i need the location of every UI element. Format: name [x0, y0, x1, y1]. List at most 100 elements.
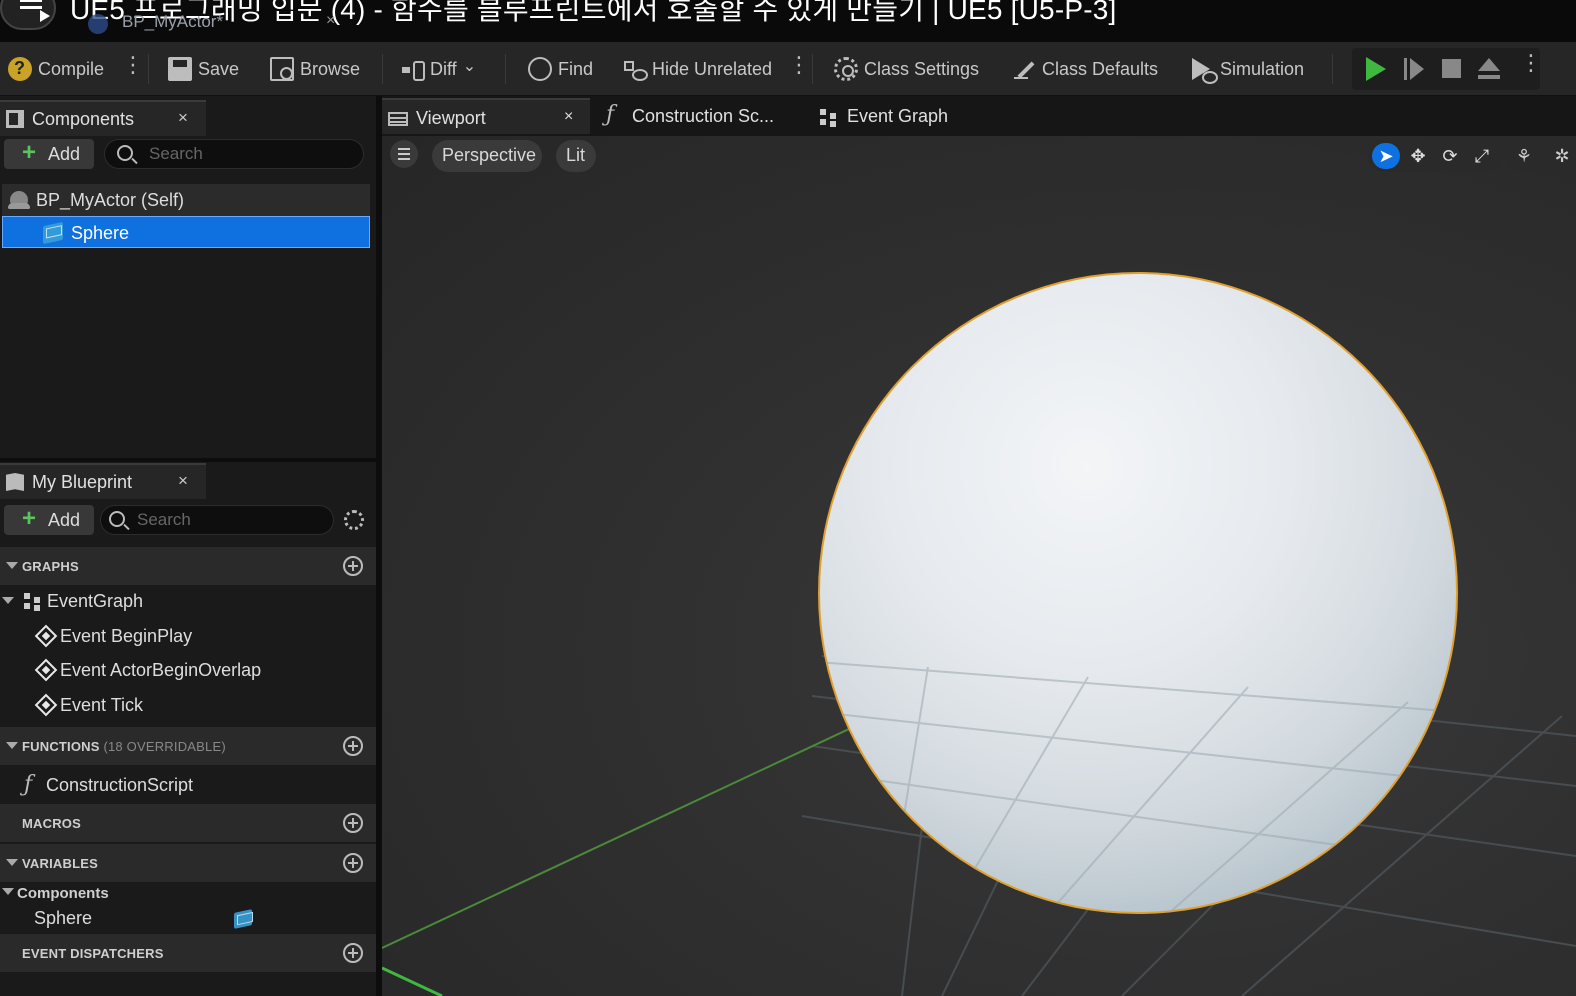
- collapse-arrow-icon: [2, 888, 14, 895]
- compile-warning-icon: [8, 57, 32, 81]
- select-tool-icon[interactable]: ➤: [1372, 143, 1400, 169]
- simulation-icon: [1190, 57, 1218, 84]
- event-label: Event Tick: [60, 695, 144, 715]
- function-icon: ƒ: [606, 102, 615, 127]
- add-event-dispatcher-icon[interactable]: [343, 943, 363, 963]
- gear-icon: [834, 57, 858, 81]
- menu-play-icon[interactable]: [0, 0, 56, 30]
- tab-event-graph[interactable]: Event Graph: [816, 98, 996, 134]
- event-label: Event BeginPlay: [60, 626, 193, 646]
- components-tab-label: Components: [32, 109, 135, 129]
- toolbar-separator: [148, 54, 149, 84]
- class-defaults-button[interactable]: Class Defaults: [1012, 52, 1158, 86]
- components-search[interactable]: [104, 139, 364, 169]
- my-blueprint-close-icon[interactable]: ×: [178, 471, 188, 491]
- tab-my-blueprint[interactable]: My Blueprint ×: [0, 463, 206, 499]
- section-label: MACROS: [22, 816, 81, 831]
- tab-construction-script-label: Construction Sc...: [632, 106, 775, 126]
- compile-options-icon[interactable]: [122, 52, 144, 82]
- list-item-function[interactable]: ƒ ConstructionScript: [20, 769, 360, 801]
- eject-icon[interactable]: [1478, 58, 1500, 80]
- browse-button[interactable]: Browse: [270, 52, 360, 86]
- add-label: Add: [48, 144, 81, 164]
- list-item-variable[interactable]: Sphere: [30, 904, 360, 936]
- event-icon: [34, 658, 58, 682]
- search-icon: [109, 511, 125, 527]
- add-function-icon[interactable]: [343, 736, 363, 756]
- collapse-arrow-icon: [6, 562, 18, 569]
- add-label: Add: [48, 510, 81, 530]
- find-button[interactable]: Find: [528, 52, 593, 86]
- lit-button[interactable]: Lit: [556, 140, 596, 172]
- diff-button[interactable]: Diff ⌄: [400, 52, 476, 86]
- my-blueprint-search-input[interactable]: [137, 509, 317, 531]
- tab-viewport-label: Viewport: [416, 108, 486, 128]
- list-item-event[interactable]: Event ActorBeginOverlap: [34, 654, 364, 686]
- list-item-event-graph[interactable]: EventGraph: [2, 585, 372, 617]
- add-graph-icon[interactable]: [343, 556, 363, 576]
- viewport[interactable]: Perspective Lit ➤ ✥ ⟳ ⤢ ⚘ ✲: [382, 136, 1576, 996]
- play-options-icon[interactable]: [1520, 50, 1542, 80]
- document-tab-close-icon[interactable]: ×: [326, 12, 335, 30]
- save-button[interactable]: Save: [168, 52, 239, 86]
- collapse-arrow-icon: [2, 597, 14, 604]
- blueprint-icon: [88, 14, 108, 34]
- section-event-dispatchers[interactable]: EVENT DISPATCHERS: [0, 934, 376, 972]
- add-macro-icon[interactable]: [343, 813, 363, 833]
- section-variables[interactable]: VARIABLES: [0, 844, 376, 882]
- settings-gear-icon[interactable]: [344, 510, 364, 530]
- collapse-arrow-icon: [6, 742, 18, 749]
- compile-label: Compile: [38, 58, 105, 79]
- components-search-input[interactable]: [149, 143, 329, 165]
- variable-category-label: Components: [17, 885, 109, 902]
- scale-tool-icon[interactable]: ⤢: [1468, 143, 1496, 169]
- document-tab[interactable]: BP_MyActor* ×: [84, 6, 354, 42]
- tree-item-sphere[interactable]: Sphere: [2, 216, 370, 248]
- section-graphs[interactable]: GRAPHS: [0, 547, 376, 585]
- perspective-button[interactable]: Perspective: [432, 140, 542, 172]
- event-icon: [34, 624, 58, 648]
- save-icon: [168, 57, 192, 81]
- my-blueprint-search[interactable]: [100, 505, 334, 535]
- list-item-event[interactable]: Event Tick: [34, 689, 364, 721]
- variable-label: Sphere: [34, 908, 93, 928]
- coordinate-system-icon[interactable]: ⚘: [1508, 140, 1540, 172]
- step-icon[interactable]: [1404, 58, 1426, 80]
- surface-snapping-icon[interactable]: ✲: [1546, 140, 1576, 172]
- simulation-label: Simulation: [1220, 58, 1305, 79]
- section-functions[interactable]: FUNCTIONS (18 OVERRIDABLE): [0, 727, 376, 765]
- lit-label: Lit: [566, 145, 586, 165]
- simulation-button[interactable]: Simulation: [1190, 52, 1304, 86]
- list-item-event[interactable]: Event BeginPlay: [34, 620, 364, 652]
- tab-viewport-close-icon[interactable]: ×: [564, 108, 573, 126]
- find-icon: [528, 57, 552, 81]
- components-icon: [6, 110, 24, 128]
- rotate-tool-icon[interactable]: ⟳: [1436, 143, 1464, 169]
- variable-category-components[interactable]: Components: [2, 882, 372, 904]
- perspective-label: Perspective: [442, 145, 537, 165]
- add-variable-icon[interactable]: [343, 853, 363, 873]
- translate-tool-icon[interactable]: ✥: [1404, 143, 1432, 169]
- event-graph-label: EventGraph: [47, 591, 144, 611]
- section-macros[interactable]: MACROS: [0, 804, 376, 842]
- add-blueprint-item-button[interactable]: + Add: [4, 505, 94, 535]
- viewport-menu-icon[interactable]: [390, 140, 418, 168]
- plus-icon: +: [22, 505, 37, 532]
- stop-icon[interactable]: [1442, 59, 1461, 78]
- class-settings-button[interactable]: Class Settings: [834, 52, 979, 86]
- tab-components[interactable]: Components ×: [0, 100, 206, 136]
- hide-unrelated-options-icon[interactable]: [788, 52, 810, 82]
- hide-unrelated-button[interactable]: Hide Unrelated: [622, 52, 772, 86]
- play-icon[interactable]: [1366, 57, 1386, 81]
- components-close-icon[interactable]: ×: [178, 108, 188, 128]
- document-tab-label: BP_MyActor*: [122, 12, 224, 31]
- tab-construction-script[interactable]: ƒ Construction Sc...: [600, 98, 800, 134]
- tab-event-graph-label: Event Graph: [847, 106, 949, 126]
- tab-viewport[interactable]: Viewport ×: [382, 98, 590, 134]
- add-component-button[interactable]: + Add: [4, 139, 94, 169]
- pencil-icon: [1012, 57, 1036, 81]
- tree-item-self[interactable]: BP_MyActor (Self): [2, 184, 370, 216]
- compile-button[interactable]: Compile: [8, 52, 104, 86]
- panel-divider[interactable]: [0, 458, 376, 462]
- event-icon: [34, 693, 58, 717]
